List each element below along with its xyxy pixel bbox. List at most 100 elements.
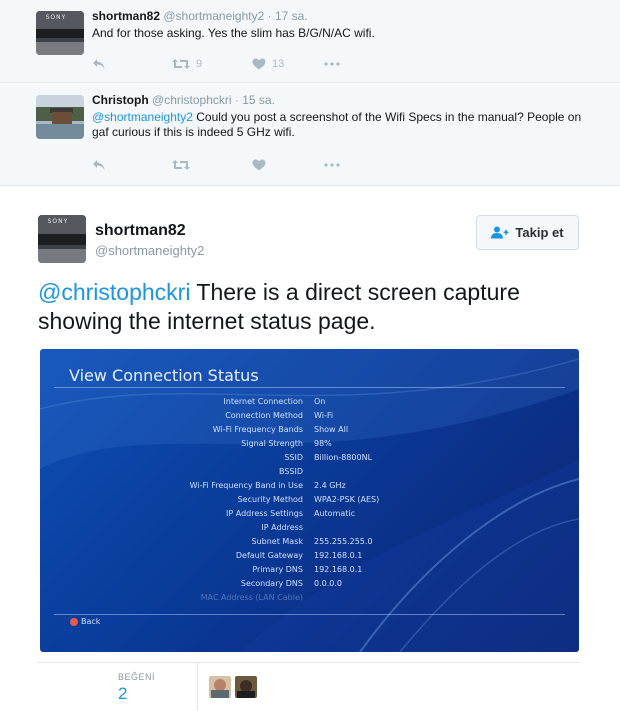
screen-title: View Connection Status [69, 366, 259, 385]
user-fullname[interactable]: shortman82 [92, 9, 160, 23]
tweet-text: @christophckri There is a direct screen … [38, 278, 598, 336]
reply-tweet[interactable]: Christoph @christophckri · 15 sa. @short… [0, 84, 620, 186]
status-value: 192.168.0.1 [314, 565, 363, 574]
status-key: Secondary DNS [240, 579, 303, 588]
more-icon [324, 62, 340, 66]
status-value: 98% [314, 439, 332, 448]
status-value: Show All [314, 425, 349, 434]
retweet-button[interactable] [172, 157, 252, 173]
reply-button[interactable] [92, 157, 172, 173]
status-value: Automatic [314, 509, 356, 518]
avatar[interactable] [209, 676, 231, 698]
tweet-text: @shortmaneighty2 Could you post a screen… [92, 110, 592, 140]
divider [54, 614, 565, 615]
likes-label: BEĞENİ [118, 672, 156, 682]
status-key: Wi-Fi Frequency Bands [212, 425, 303, 434]
tweet-media-image[interactable]: View Connection Status Internet Connecti… [40, 349, 579, 652]
status-row: IP Address [40, 523, 579, 536]
status-row: MAC Address (LAN Cable) [40, 593, 579, 606]
status-key: Default Gateway [235, 551, 303, 560]
status-row: Internet Connection On [40, 397, 579, 410]
status-value: WPA2-PSK (AES) [314, 495, 380, 504]
sony-avatar-image: SONY [38, 215, 86, 263]
divider [54, 387, 565, 388]
cabin-avatar-image [36, 95, 84, 139]
avatar[interactable]: SONY [38, 215, 86, 263]
status-row: BSSID [40, 467, 579, 480]
status-row: SSID Billion-8800NL [40, 453, 579, 466]
status-value: 192.168.0.1 [314, 551, 363, 560]
back-hint: Back [70, 617, 100, 626]
tweet-text: And for those asking. Yes the slim has B… [92, 26, 375, 40]
avatar[interactable]: SONY [36, 11, 84, 55]
status-value: 2.4 GHz [314, 481, 346, 490]
sony-avatar-image: SONY [36, 11, 84, 55]
status-row: Primary DNS 192.168.0.1 [40, 565, 579, 578]
likers-avatars [209, 676, 261, 698]
status-key: SSID [284, 453, 303, 462]
status-row: Signal Strength 98% [40, 439, 579, 452]
user-handle[interactable]: @shortmaneighty2 [163, 9, 264, 23]
status-key: Wi-Fi Frequency Band in Use [189, 481, 303, 490]
reply-tweet[interactable]: SONY shortman82 @shortmaneighty2 · 17 sa… [0, 0, 620, 83]
reply-icon [93, 59, 105, 69]
status-value: Wi-Fi [314, 411, 334, 420]
status-key: Signal Strength [241, 439, 303, 448]
more-icon [324, 163, 340, 167]
more-button[interactable] [324, 157, 340, 173]
status-key: IP Address Settings [226, 509, 303, 518]
avatar[interactable] [36, 95, 84, 139]
separator: · [267, 9, 272, 23]
status-key: MAC Address (LAN Cable) [200, 593, 303, 602]
likes-stat[interactable]: BEĞENİ 2 [38, 663, 198, 711]
like-button[interactable] [252, 157, 324, 173]
user-fullname[interactable]: shortman82 [95, 222, 186, 240]
back-label: Back [81, 617, 101, 626]
status-row: Connection Method Wi-Fi [40, 411, 579, 424]
like-button[interactable]: 13 [252, 56, 324, 72]
status-row: Wi-Fi Frequency Band in Use 2.4 GHz [40, 481, 579, 494]
user-handle[interactable]: @christophckri [152, 93, 232, 107]
status-key: Security Method [237, 495, 303, 504]
timestamp[interactable]: 17 sa. [275, 9, 308, 23]
heart-icon [252, 159, 266, 171]
status-row: Secondary DNS 0.0.0.0 [40, 579, 579, 592]
mention-link[interactable]: @christophckri [38, 279, 190, 305]
status-key: BSSID [278, 467, 303, 476]
status-key: Connection Method [225, 411, 303, 420]
circle-button-icon [70, 617, 78, 626]
mention-link[interactable]: @shortmaneighty2 [92, 110, 193, 124]
status-row: Subnet Mask 255.255.255.0 [40, 537, 579, 550]
user-handle[interactable]: @shortmaneighty2 [95, 243, 204, 258]
follow-button-label: Takip et [515, 225, 564, 240]
status-key: IP Address [261, 523, 303, 532]
avatar[interactable] [235, 676, 257, 698]
retweet-count: 9 [196, 58, 203, 70]
status-key: Subnet Mask [251, 537, 303, 546]
tweet-actions: 9 13 [92, 56, 340, 72]
status-row: Default Gateway 192.168.0.1 [40, 551, 579, 564]
more-button[interactable] [324, 56, 340, 72]
like-count: 13 [272, 58, 285, 70]
tweet-actions [92, 157, 340, 173]
status-key: Primary DNS [252, 565, 303, 574]
separator: · [234, 93, 239, 107]
status-row: IP Address Settings Automatic [40, 509, 579, 522]
status-value: On [314, 397, 326, 406]
retweet-icon [172, 59, 190, 69]
reply-icon [93, 160, 105, 170]
retweet-icon [172, 160, 190, 170]
user-fullname[interactable]: Christoph [92, 93, 149, 107]
likes-count: 2 [118, 684, 128, 703]
status-row: Wi-Fi Frequency Bands Show All [40, 425, 579, 438]
status-value: Billion-8800NL [314, 453, 373, 462]
status-row: Security Method WPA2-PSK (AES) [40, 495, 579, 508]
status-value: 0.0.0.0 [314, 579, 342, 588]
follow-button[interactable]: Takip et [476, 215, 579, 250]
reply-button[interactable] [92, 56, 172, 72]
timestamp[interactable]: 15 sa. [242, 93, 275, 107]
retweet-button[interactable]: 9 [172, 56, 252, 72]
follow-user-icon [491, 226, 509, 239]
status-key: Internet Connection [223, 397, 303, 406]
tweet-header: shortman82 @shortmaneighty2 · 17 sa. [92, 9, 308, 23]
